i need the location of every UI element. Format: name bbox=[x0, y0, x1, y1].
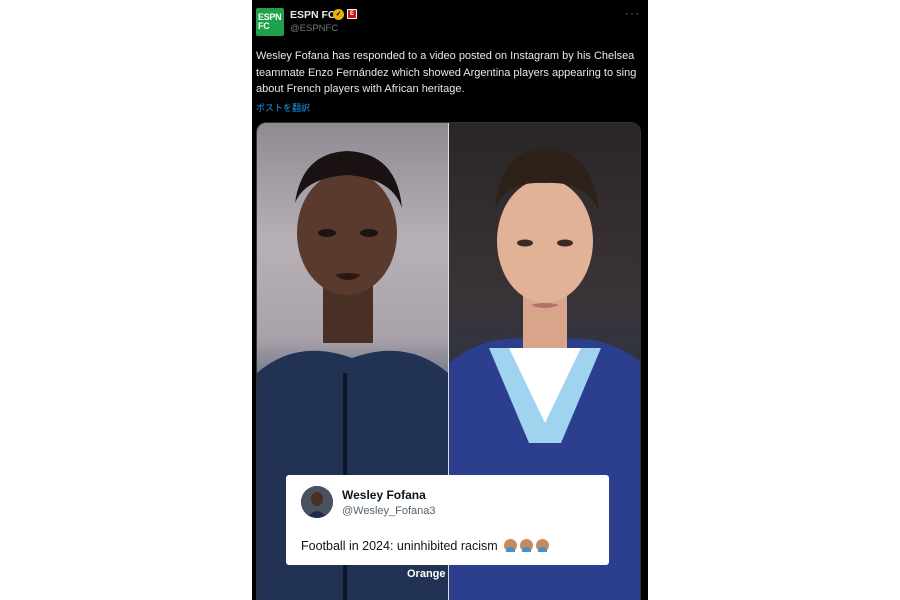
espn-fc-logo-text: ESPN FC bbox=[258, 13, 282, 31]
account-name[interactable]: ESPN FC bbox=[290, 9, 336, 21]
facepalm-emoji-icon bbox=[520, 539, 534, 552]
affiliate-badge-letter: E bbox=[348, 10, 356, 18]
account-handle[interactable]: @ESPNFC bbox=[290, 23, 338, 34]
tweet-media-image[interactable]: Orange Wesley Fofana @Wesley_Fofana3 Foo… bbox=[256, 122, 641, 600]
tweet-header: ESPN FC ESPN FC ✓ E @ESPNFC ··· bbox=[252, 0, 648, 40]
espn-affiliate-badge-icon[interactable]: E bbox=[347, 9, 357, 19]
facepalm-emoji-icon bbox=[536, 539, 550, 552]
logo-line-2: FC bbox=[258, 21, 270, 31]
more-horizontal-icon[interactable]: ··· bbox=[625, 6, 640, 20]
quoted-text-line: Football in 2024: uninhibited racism bbox=[301, 539, 550, 553]
tweet-card[interactable]: ESPN FC ESPN FC ✓ E @ESPNFC ··· Wesley F… bbox=[252, 0, 648, 600]
espn-fc-avatar[interactable]: ESPN FC bbox=[256, 8, 284, 36]
gold-checkmark-icon: ✓ bbox=[333, 9, 344, 20]
translate-post-link[interactable]: ポストを翻訳 bbox=[256, 101, 310, 114]
quoted-author-handle: @Wesley_Fofana3 bbox=[342, 505, 436, 517]
quoted-author-name: Wesley Fofana bbox=[342, 488, 426, 502]
tweet-text: Wesley Fofana has responded to a video p… bbox=[256, 50, 637, 95]
quoted-text: Football in 2024: uninhibited racism bbox=[301, 539, 498, 553]
quoted-post-card[interactable]: Wesley Fofana @Wesley_Fofana3 Football i… bbox=[286, 475, 609, 565]
wesley-fofana-avatar[interactable] bbox=[301, 486, 333, 518]
jersey-sponsor-text: Orange bbox=[407, 568, 446, 580]
avatar-illustration bbox=[301, 486, 333, 518]
facepalm-emoji-icon bbox=[504, 539, 518, 552]
